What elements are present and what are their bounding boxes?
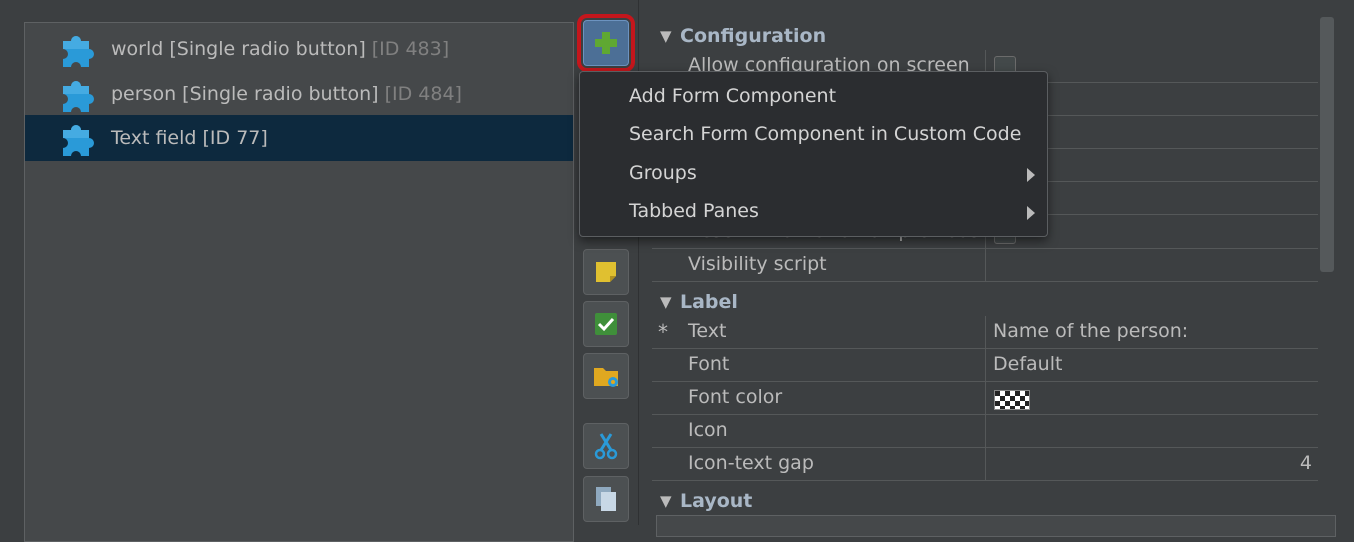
add-icon xyxy=(595,32,617,54)
property-key: Text xyxy=(688,320,727,342)
check-icon xyxy=(595,313,617,335)
tree-item-id: [ID 483] xyxy=(371,38,450,60)
property-row[interactable]: Font Default xyxy=(652,349,1318,382)
tree-item-text-field[interactable]: Text field [ID 77] xyxy=(25,115,573,161)
add-context-menu: Add Form Component Search Form Component… xyxy=(579,71,1048,237)
vertical-scrollbar[interactable] xyxy=(1318,17,1338,507)
copy-icon xyxy=(596,487,616,511)
property-value[interactable]: Name of the person: xyxy=(993,320,1188,342)
property-row[interactable]: Font color xyxy=(652,382,1318,415)
tree-item-label: person [Single radio button] xyxy=(111,83,379,105)
component-list[interactable]: world [Single radio button] [ID 483] pers… xyxy=(24,22,574,542)
tree-item-label: world [Single radio button] xyxy=(111,38,366,60)
submenu-arrow-icon xyxy=(1027,206,1035,220)
section-title: Configuration xyxy=(680,24,827,47)
color-swatch[interactable] xyxy=(994,390,1030,410)
property-key: Icon-text gap xyxy=(688,452,814,474)
section-layout[interactable]: ▼ Layout xyxy=(652,484,1318,517)
section-label[interactable]: ▼ Label xyxy=(652,285,1318,318)
submenu-arrow-icon xyxy=(1027,168,1035,182)
cut-icon xyxy=(594,433,618,460)
scrollbar-thumb[interactable] xyxy=(1320,17,1334,272)
add-button[interactable] xyxy=(577,14,635,72)
collapse-triangle-icon[interactable]: ▼ xyxy=(660,27,680,45)
tree-item-person[interactable]: person [Single radio button] [ID 484] xyxy=(25,71,573,117)
menu-item-search-form-component[interactable]: Search Form Component in Custom Code xyxy=(580,116,1047,154)
copy-button[interactable] xyxy=(583,476,629,522)
tree-item-id: [ID 484] xyxy=(384,83,462,105)
section-configuration[interactable]: ▼ Configuration xyxy=(652,19,1318,52)
property-key: Font color xyxy=(688,386,783,408)
collapse-triangle-icon[interactable]: ▼ xyxy=(660,492,680,510)
cut-button[interactable] xyxy=(583,423,629,469)
menu-item-label: Groups xyxy=(629,162,697,184)
tree-item-world[interactable]: world [Single radio button] [ID 483] xyxy=(25,26,573,72)
property-key: Icon xyxy=(688,419,728,441)
menu-item-label: Tabbed Panes xyxy=(629,200,759,222)
folder-icon xyxy=(594,368,618,387)
folder-button[interactable] xyxy=(583,353,629,399)
collapse-triangle-icon[interactable]: ▼ xyxy=(660,293,680,311)
bottom-panel xyxy=(656,515,1336,537)
puzzle-icon xyxy=(63,125,95,156)
property-row[interactable]: Icon-text gap 4 xyxy=(652,448,1318,481)
menu-item-groups[interactable]: Groups xyxy=(580,155,1047,193)
note-icon xyxy=(596,262,616,282)
menu-item-tabbed-panes[interactable]: Tabbed Panes xyxy=(580,193,1047,231)
check-button[interactable] xyxy=(583,301,629,347)
property-key: Font xyxy=(688,353,730,375)
puzzle-icon xyxy=(63,81,95,112)
property-key: Visibility script xyxy=(688,253,827,275)
menu-item-add-form-component[interactable]: Add Form Component xyxy=(580,78,1047,116)
property-value[interactable]: 4 xyxy=(1300,452,1312,474)
property-row[interactable]: * Text Name of the person: xyxy=(652,316,1318,349)
property-value[interactable]: Default xyxy=(993,353,1062,375)
puzzle-icon xyxy=(63,36,95,67)
note-button[interactable] xyxy=(583,249,629,295)
section-title: Label xyxy=(680,290,738,313)
menu-item-label: Search Form Component in Custom Code xyxy=(629,123,1022,145)
menu-item-label: Add Form Component xyxy=(629,85,837,107)
required-icon: * xyxy=(658,320,668,344)
tree-item-label: Text field [ID 77] xyxy=(111,127,268,149)
section-title: Layout xyxy=(680,489,753,512)
property-row[interactable]: Icon xyxy=(652,415,1318,448)
property-row[interactable]: Visibility script xyxy=(652,249,1318,282)
